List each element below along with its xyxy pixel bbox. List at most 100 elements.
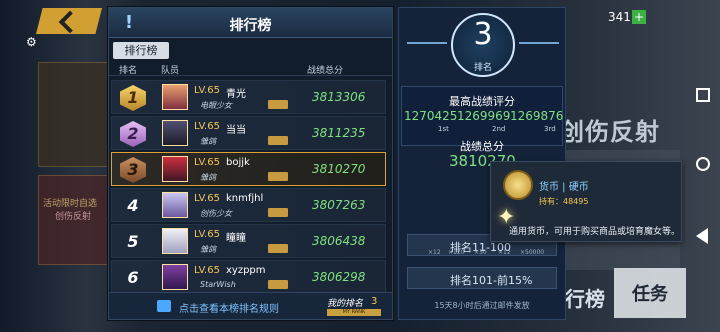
player-name: 瞳瞳: [226, 233, 246, 244]
coin-count: 341: [608, 10, 631, 24]
tooltip-owned: 持有：48495: [539, 197, 589, 206]
player-name: knmfjhl: [226, 193, 264, 204]
player-level: LV.65: [194, 157, 220, 168]
player-score: 3806438: [312, 234, 366, 248]
nav-back-icon[interactable]: [696, 228, 708, 244]
player-score: 3807263: [312, 198, 366, 212]
table-row-self[interactable]: 3 LV.65 bojjk 雏鸽 3810270: [111, 152, 386, 186]
table-row[interactable]: 5 LV.65 瞳瞳 雏鸽 3806438: [111, 224, 386, 258]
player-guild: 创伤少女: [200, 209, 232, 218]
avatar[interactable]: [162, 264, 188, 290]
player-name: bojjk: [226, 157, 250, 168]
tooltip-header: 货币 | 硬币: [539, 182, 589, 193]
guild-badge-icon: [268, 208, 288, 217]
best-place-1: 1st: [438, 125, 449, 133]
panel-title: 排行榜: [229, 18, 272, 34]
event-banner-text: 活动限时自选: [43, 199, 98, 209]
nav-square-icon[interactable]: [696, 88, 710, 102]
system-icon: ⚙: [26, 35, 37, 49]
reward-count: ×50000: [520, 249, 545, 256]
player-score: 3813306: [312, 90, 366, 104]
rank-number: 6: [127, 268, 139, 287]
my-rank-value: 3: [371, 296, 378, 307]
reward-count: ×12: [428, 249, 441, 256]
task-label: 任务: [632, 284, 668, 305]
event-banner-subtext: 创伤反射: [55, 212, 92, 222]
my-rank-number: 3: [473, 17, 493, 52]
avatar[interactable]: [162, 192, 188, 218]
my-rank-circle: 3 排名: [451, 13, 515, 77]
guild-badge-icon: [268, 100, 288, 109]
best-score-1: 1270425: [404, 109, 458, 123]
player-level: LV.65: [194, 121, 220, 132]
avatar[interactable]: [162, 120, 188, 146]
bg-rank-label[interactable]: 行榜: [565, 283, 605, 312]
guild-badge-icon: [268, 280, 288, 289]
my-rank-label: 我的排名: [327, 299, 364, 309]
my-rank-caption: 排名: [473, 63, 492, 73]
table-row[interactable]: 1 LV.65 青光 电眼少女 3813306: [111, 80, 386, 114]
best-score-3: 1269876: [510, 109, 564, 123]
reward-count: ×12: [498, 249, 511, 256]
mail-note: 15天8小时后通过邮件发放: [434, 301, 530, 310]
player-level: LV.65: [194, 229, 220, 240]
player-guild: 雏鸽: [200, 137, 216, 146]
table-row[interactable]: 6 LV.65 xyzppm StarWish 3806298: [111, 260, 386, 294]
reward-count: ×120: [448, 249, 465, 256]
bg-event-title: 创伤反射: [560, 118, 660, 146]
best-place-2: 2nd: [492, 125, 506, 133]
player-name: 青光: [226, 89, 246, 100]
avatar[interactable]: [162, 84, 188, 110]
guild-badge-icon: [268, 172, 288, 181]
nav-home-icon[interactable]: [696, 157, 710, 171]
rules-icon[interactable]: [157, 300, 171, 312]
best-scores: 最高战绩评分 1270425 1269969 1269876 1st 2nd 3…: [401, 86, 563, 146]
avatar[interactable]: [162, 156, 188, 182]
column-headers: 排名 队员 战绩总分: [109, 60, 392, 76]
rank-medal-silver-icon: 2: [120, 121, 146, 147]
best-place-3: 3rd: [544, 125, 556, 133]
rank-number: 5: [127, 232, 139, 251]
player-name: 当当: [226, 125, 246, 136]
player-level: LV.65: [194, 85, 220, 96]
player-guild: 雏鸽: [200, 245, 216, 254]
decor-line: [407, 42, 447, 44]
panel-footer: 点击查看本榜排名规则 我的排名 3 MY RANK: [109, 292, 392, 319]
add-coin-button[interactable]: +: [632, 10, 646, 24]
rank-medal-gold-icon: 1: [120, 85, 146, 111]
reward-count: ×30: [474, 249, 487, 256]
task-button[interactable]: 任务: [614, 268, 686, 318]
player-guild: StarWish: [200, 280, 236, 289]
rank-medal-bronze-icon: 3: [120, 157, 146, 183]
player-score: 3810270: [312, 162, 366, 176]
event-banner-2[interactable]: 活动限时自选 创伤反射: [38, 175, 108, 265]
avatar[interactable]: [162, 228, 188, 254]
tooltip-description: 通用货币，可用于购买商品或培育魔女等。: [509, 227, 681, 237]
player-score: 3806298: [312, 270, 366, 284]
sparkle-icon: ✦: [497, 205, 516, 230]
tab-leaderboard[interactable]: 排行榜: [113, 42, 169, 59]
col-rank: 排名: [119, 66, 138, 76]
event-banner-1[interactable]: [38, 62, 108, 167]
player-guild: 雏鸽: [200, 173, 216, 182]
guild-badge-icon: [268, 136, 288, 145]
player-guild: 电眼少女: [200, 101, 232, 110]
table-row[interactable]: 4 LV.65 knmfjhl 创伤少女 3807263: [111, 188, 386, 222]
player-name: xyzppm: [226, 265, 266, 276]
back-button[interactable]: [36, 8, 102, 34]
panel-header: ! 排行榜: [109, 8, 392, 38]
rank-list: 1 LV.65 青光 电眼少女 3813306 2 LV.65 当当 雏鸽 38…: [111, 80, 386, 296]
best-score-2: 1269969: [457, 109, 511, 123]
player-score: 3811235: [312, 126, 366, 140]
reward-tier-2[interactable]: 排名101-前15%: [407, 267, 557, 289]
decor-line: [519, 42, 559, 44]
table-row[interactable]: 2 LV.65 当当 雏鸽 3811235: [111, 116, 386, 150]
player-level: LV.65: [194, 265, 220, 276]
leaderboard-panel: ! 排行榜 排行榜 排名 队员 战绩总分 1 LV.65 青光 电眼少女 381…: [108, 7, 393, 320]
best-scores-title: 最高战绩评分: [449, 95, 515, 108]
coin-icon: [503, 170, 533, 200]
rules-link[interactable]: 点击查看本榜排名规则: [179, 300, 279, 315]
item-tooltip: 货币 | 硬币 持有：48495 通用货币，可用于购买商品或培育魔女等。: [490, 161, 682, 242]
player-level: LV.65: [194, 193, 220, 204]
reward-tier-2-label: 排名101-前15%: [450, 274, 533, 287]
